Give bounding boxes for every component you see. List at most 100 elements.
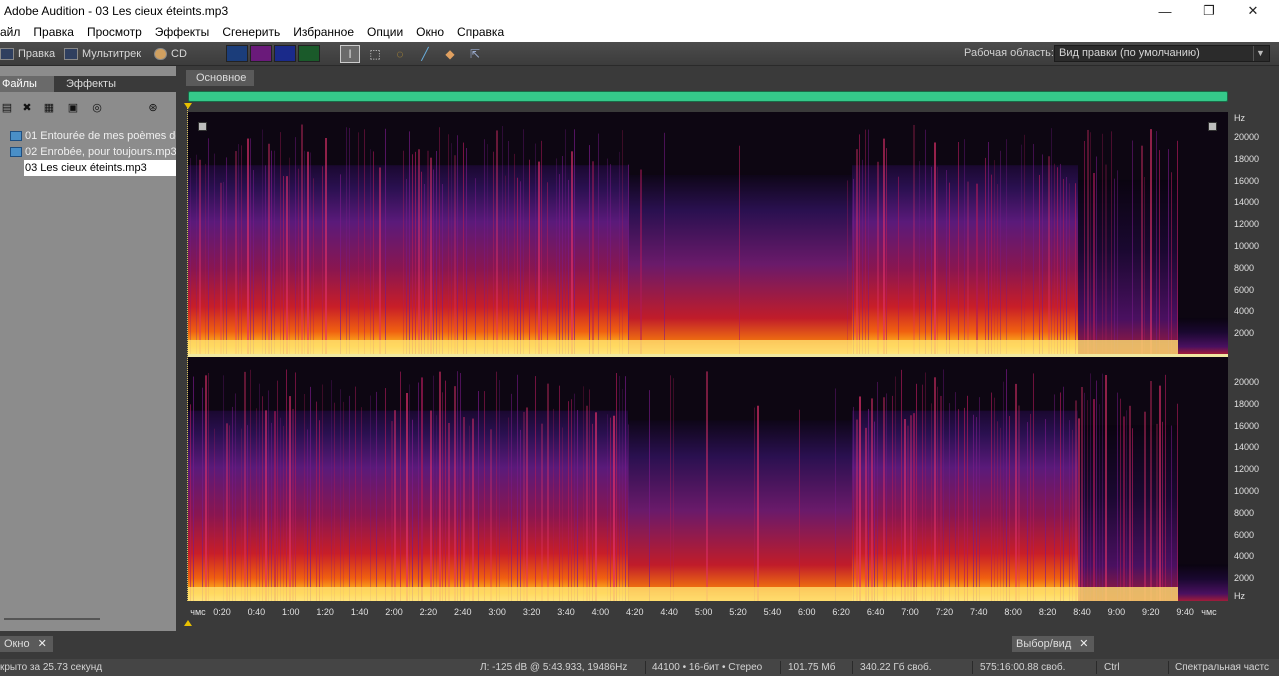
lasso-tool-icon[interactable]: ◌ (390, 45, 410, 63)
time-tick-label: 4:20 (626, 607, 644, 617)
file-list: 01 Entourée de mes poèmes de c 02 Enrobé… (0, 128, 176, 176)
playhead-top-marker[interactable] (184, 103, 192, 109)
mode-edit-button[interactable]: Правка (0, 46, 55, 62)
close-file-icon[interactable]: ✖ (20, 100, 34, 114)
menu-help[interactable]: Справка (451, 22, 511, 42)
file-name: 03 Les cieux éteints.mp3 (25, 162, 147, 174)
file-name: 01 Entourée de mes poèmes de c (25, 130, 176, 142)
window-title: Adobe Audition - 03 Les cieux éteints.mp… (4, 4, 229, 18)
hz-tick-label: 16000 (1234, 420, 1260, 431)
close-button[interactable]: ✕ (1230, 0, 1276, 22)
bottom-panels: Окно ✕ Выбор/вид ✕ (0, 636, 1279, 652)
menu-edit[interactable]: Правка (27, 22, 81, 42)
time-tick-label: 4:40 (660, 607, 678, 617)
time-tick-label: 2:20 (419, 607, 438, 617)
time-tick-label: 5:20 (729, 607, 747, 617)
menu-options[interactable]: Опции (361, 22, 410, 42)
separator (972, 661, 973, 674)
zoom-corner-icon[interactable] (1208, 122, 1217, 131)
menu-window[interactable]: Окно (410, 22, 451, 42)
close-icon[interactable]: ✕ (38, 638, 47, 650)
list-item-selected[interactable]: 03 Les cieux éteints.mp3 (24, 160, 176, 176)
time-tick-label: 8:00 (1004, 607, 1022, 617)
hz-tick-label: 2000 (1234, 573, 1255, 584)
overview-bar[interactable] (188, 91, 1228, 102)
spot-healing-icon[interactable]: ◆ (440, 45, 460, 63)
main-tabs: Основное (184, 68, 1279, 86)
view-options-icon[interactable]: ⊛ (146, 100, 160, 114)
spectral-display[interactable] (188, 112, 1228, 601)
hz-tick-label: 10000 (1234, 486, 1260, 496)
mode-multitrack-button[interactable]: Мультитрек (64, 46, 141, 62)
spectral-pan-view-button[interactable] (274, 45, 296, 62)
time-tick-label: 6:00 (798, 607, 816, 617)
app-window: Adobe Audition - 03 Les cieux éteints.mp… (0, 0, 1279, 676)
files-toolbar: ▤ ✖ ▦ ▣ ◎ ⊛ (0, 94, 176, 122)
menu-view[interactable]: Просмотр (81, 22, 149, 42)
status-format: 44100 • 16-бит • Стерео (652, 662, 763, 673)
mode-cd-label: CD (171, 48, 187, 60)
time-tick-label: 1:40 (350, 607, 369, 617)
horizontal-scrollbar[interactable] (4, 618, 100, 620)
menu-effects[interactable]: Эффекты (149, 22, 217, 42)
brush-tool-icon[interactable]: ╱ (415, 45, 435, 63)
tab-files[interactable]: Файлы ✕ (0, 76, 54, 106)
status-file-size: 101.75 Мб (788, 662, 836, 673)
time-ruler[interactable]: чмс 0:20 0:40 1:00 1:20 1:40 2:00 2:20 2:40 3:00 3… (184, 601, 1230, 621)
hz-tick-label: 18000 (1234, 153, 1260, 164)
menu-favorites[interactable]: Избранное (287, 22, 361, 42)
files-panel: Файлы ✕ Эффекты ▤ ✖ ▦ ▣ ◎ ⊛ 01 Entourée … (0, 66, 176, 631)
time-tick-label: 8:40 (1073, 607, 1091, 617)
hz-tick-label: 4000 (1234, 551, 1255, 562)
hybrid-tool-icon[interactable]: ⇱ (465, 45, 485, 63)
time-tick-label: 7:40 (970, 607, 988, 617)
time-tick-label: 9:20 (1142, 607, 1160, 617)
hz-unit-label: Hz (1234, 591, 1245, 601)
spectral-view-button[interactable] (250, 45, 272, 62)
separator (780, 661, 781, 674)
list-item[interactable]: 01 Entourée de mes poèmes de c (0, 128, 176, 144)
hz-tick-label: 16000 (1234, 175, 1260, 186)
hz-tick-label: 8000 (1234, 262, 1255, 273)
hz-tick-label: 18000 (1234, 398, 1260, 409)
waveform-view-button[interactable] (226, 45, 248, 62)
mode-multitrack-label: Мультитрек (82, 48, 142, 60)
zoom-corner-icon[interactable] (198, 122, 207, 131)
waveform-icon (0, 48, 14, 60)
close-icon[interactable]: ✕ (1079, 638, 1088, 650)
menu-bar: айл Правка Просмотр Эффекты Сгенерить Из… (0, 22, 1279, 42)
hz-tick-label: 6000 (1234, 284, 1255, 295)
right-channel (188, 369, 1228, 601)
tab-selection-view[interactable]: Выбор/вид ✕ (1012, 636, 1095, 652)
tab-window[interactable]: Окно ✕ (0, 636, 53, 652)
marquee-tool-icon[interactable]: ⬚ (365, 45, 385, 63)
hz-tick-label: 12000 (1234, 219, 1260, 230)
hz-tick-label: 12000 (1234, 464, 1260, 475)
insert-cd-icon[interactable]: ▣ (66, 100, 80, 114)
audio-file-icon (10, 147, 22, 157)
insert-multitrack-icon[interactable]: ▦ (42, 100, 56, 114)
mode-cd-button[interactable]: CD (154, 46, 187, 62)
list-item[interactable]: 02 Enrobée, pour toujours.mp3 (0, 144, 176, 160)
minimize-button[interactable]: — (1142, 0, 1188, 22)
time-tick-label: 0:40 (247, 607, 266, 617)
time-selection-tool-icon[interactable]: I (340, 45, 360, 63)
playhead-bottom-marker[interactable] (184, 620, 192, 626)
frequency-axis: Hz 20000 18000 16000 14000 12000 10000 8000 600… (1228, 112, 1260, 601)
spectral-phase-view-button[interactable] (298, 45, 320, 62)
tab-effects[interactable]: Эффекты (64, 76, 134, 92)
menu-file[interactable]: айл (0, 22, 27, 42)
hz-tick-label: 10000 (1234, 241, 1260, 251)
import-file-icon[interactable]: ▤ (0, 100, 14, 114)
time-tick-label: 1:00 (282, 607, 300, 617)
workspace-select[interactable]: Вид правки (по умолчанию) ▼ (1054, 45, 1270, 62)
menu-generate[interactable]: Сгенерить (216, 22, 287, 42)
hz-unit-label: Hz (1234, 113, 1245, 123)
time-tick-label: 7:20 (935, 607, 954, 617)
time-tick-label: 0:20 (213, 607, 231, 617)
maximize-button[interactable]: ❐ (1186, 0, 1232, 22)
tab-files-label: Файлы (2, 78, 37, 90)
time-tick-label: 2:00 (385, 607, 403, 617)
tab-main[interactable]: Основное (186, 70, 255, 86)
edit-file-icon[interactable]: ◎ (90, 100, 104, 114)
